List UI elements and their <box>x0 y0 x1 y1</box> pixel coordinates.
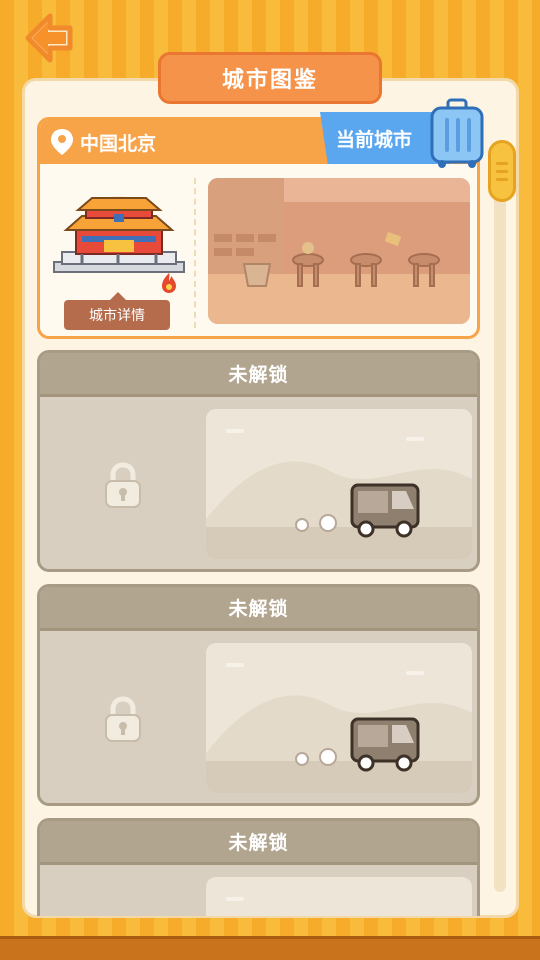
locked-scene-image <box>206 409 472 559</box>
back-arrow-icon <box>25 13 73 63</box>
locked-card-header: 未解锁 <box>40 821 477 865</box>
page-title: 城市图鉴 <box>158 52 382 104</box>
forbidden-city-illustration <box>52 184 188 284</box>
bottom-frame <box>0 936 540 960</box>
city-scene-image <box>208 178 470 324</box>
back-button[interactable] <box>20 10 76 66</box>
fire-icon <box>162 273 176 293</box>
locked-scene-image <box>206 643 472 793</box>
suitcase-icon <box>430 98 484 168</box>
lock-icon <box>105 462 141 508</box>
locked-city-card[interactable]: 未解锁 <box>37 584 480 806</box>
scrollbar-track[interactable] <box>494 150 506 892</box>
locked-card-header: 未解锁 <box>40 353 477 397</box>
locked-card-header: 未解锁 <box>40 587 477 631</box>
city-detail-button[interactable]: 城市详情 <box>64 292 170 330</box>
lock-icon <box>105 696 141 742</box>
city-name: 中国北京 <box>80 132 157 155</box>
scrollbar-thumb[interactable] <box>488 140 516 202</box>
location-pin-icon <box>51 129 73 155</box>
locked-scene-image <box>206 877 472 916</box>
card-divider <box>194 178 196 328</box>
locked-city-card[interactable]: 未解锁 <box>37 818 480 916</box>
locked-city-card[interactable]: 未解锁 <box>37 350 480 572</box>
